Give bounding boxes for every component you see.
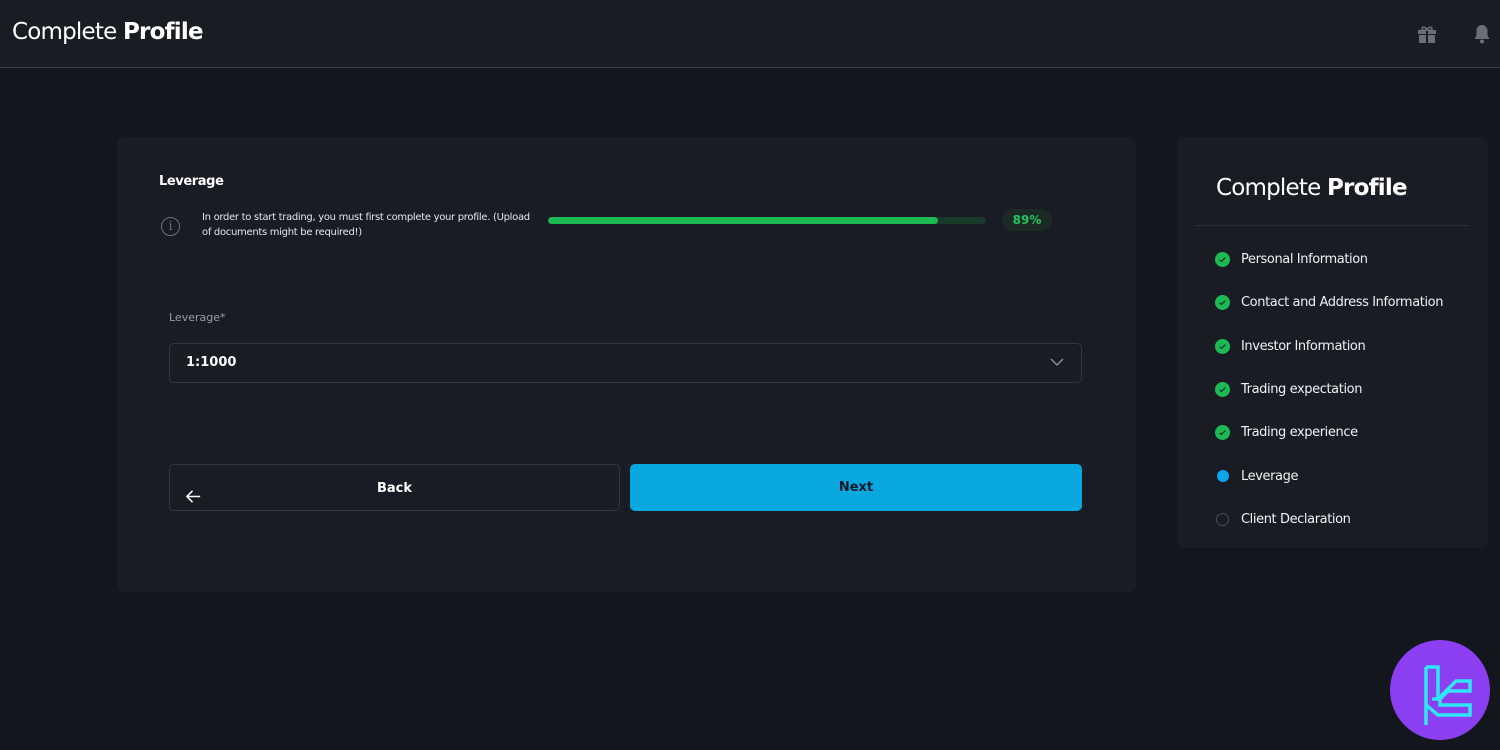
- profile-steps-card: Complete Profile Personal Information Co…: [1177, 137, 1488, 548]
- steps-title-light: Complete: [1216, 175, 1321, 201]
- check-circle-icon: [1215, 425, 1230, 441]
- info-text: In order to start trading, you must firs…: [202, 212, 530, 238]
- steps-list: Personal Information Contact and Address…: [1215, 238, 1443, 541]
- top-bar: Complete Profile: [0, 0, 1500, 68]
- step-label: Leverage: [1241, 468, 1299, 484]
- page-title-light: Complete: [12, 19, 117, 45]
- page-title-bold: Profile: [122, 19, 204, 45]
- step-item[interactable]: Leverage: [1215, 454, 1443, 497]
- check-circle-icon: [1215, 295, 1230, 311]
- step-item[interactable]: Investor Information: [1215, 325, 1443, 368]
- step-label: Client Declaration: [1241, 511, 1351, 527]
- page-title: Complete Profile: [12, 19, 204, 45]
- section-title: Leverage: [159, 174, 224, 189]
- progress-fill: [548, 217, 938, 224]
- check-circle-icon: [1215, 382, 1230, 398]
- current-step-dot-icon: [1216, 470, 1229, 483]
- step-label: Trading expectation: [1241, 382, 1363, 398]
- steps-title: Complete Profile: [1216, 175, 1408, 201]
- step-item[interactable]: Personal Information: [1215, 238, 1443, 281]
- leverage-label: Leverage*: [169, 311, 226, 324]
- bell-icon[interactable]: [1470, 22, 1494, 46]
- next-button[interactable]: Next: [630, 464, 1082, 511]
- step-label: Trading experience: [1241, 425, 1358, 441]
- leverage-form-card: Leverage i In order to start trading, yo…: [117, 137, 1136, 592]
- progress-percent: 89%: [1002, 209, 1052, 231]
- leverage-selected-value: 1:1000: [186, 355, 237, 370]
- next-button-label: Next: [838, 480, 874, 495]
- check-circle-icon: [1215, 338, 1230, 354]
- pending-circle-icon: [1216, 512, 1229, 526]
- chevron-down-icon: [1049, 354, 1065, 370]
- step-item[interactable]: Contact and Address Information: [1215, 281, 1443, 324]
- step-label: Personal Information: [1241, 252, 1368, 268]
- divider: [1196, 225, 1468, 226]
- arrow-left-icon: [184, 479, 203, 503]
- brand-logo-badge: [1390, 640, 1490, 740]
- back-button[interactable]: Back: [169, 464, 620, 511]
- step-label: Contact and Address Information: [1241, 295, 1444, 311]
- brand-logo-icon: [1424, 665, 1472, 725]
- step-item[interactable]: Trading experience: [1215, 411, 1443, 454]
- step-label: Investor Information: [1241, 338, 1366, 354]
- info-icon: i: [161, 217, 180, 236]
- step-item[interactable]: Client Declaration: [1215, 498, 1443, 541]
- step-item[interactable]: Trading expectation: [1215, 368, 1443, 411]
- steps-title-bold: Profile: [1326, 175, 1408, 201]
- check-circle-icon: [1215, 252, 1230, 268]
- progress-bar: [548, 217, 986, 224]
- leverage-select[interactable]: 1:1000: [169, 343, 1082, 383]
- back-button-label: Back: [376, 481, 413, 496]
- gift-icon[interactable]: [1415, 22, 1439, 46]
